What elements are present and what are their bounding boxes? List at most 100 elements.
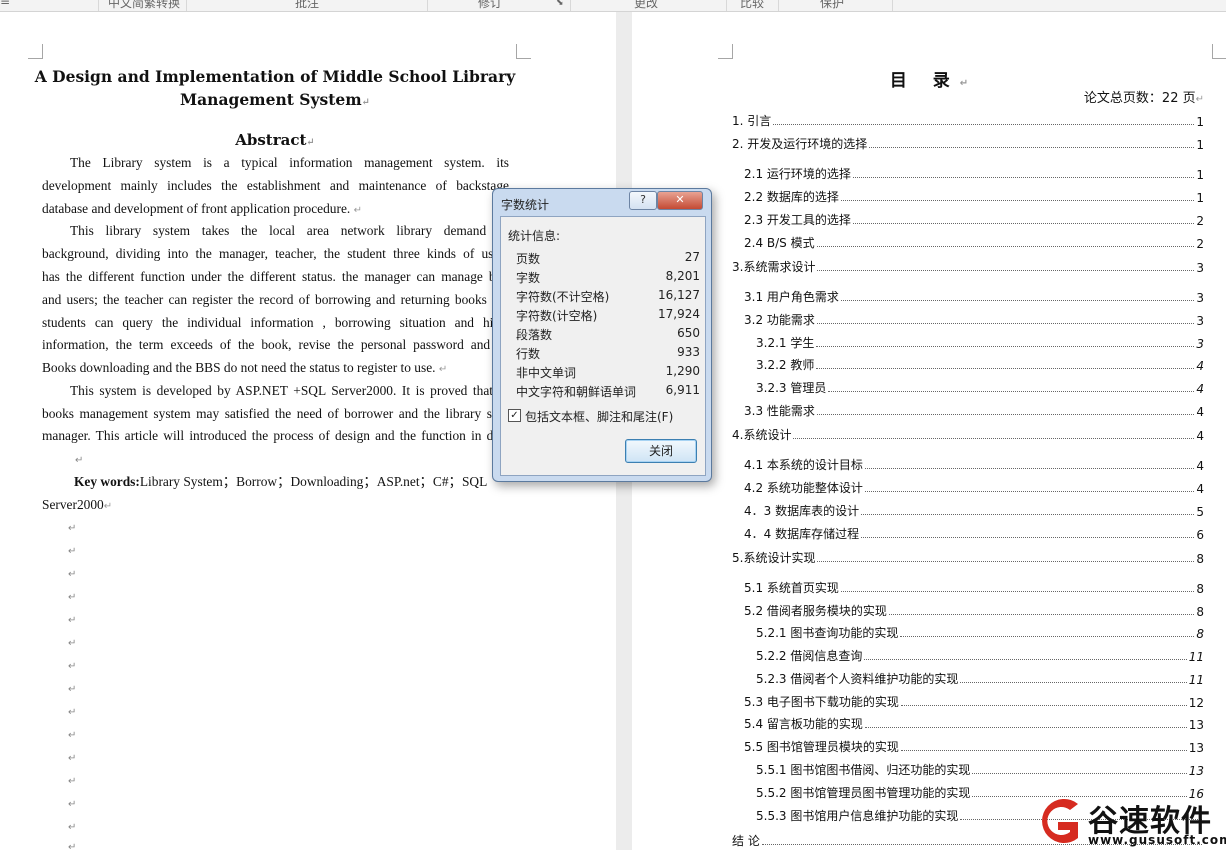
ribbon-divider bbox=[892, 0, 893, 11]
toc-entry[interactable]: 3.2.3 管理员 4 bbox=[756, 378, 1204, 396]
abstract-heading: Abstract↵ bbox=[235, 131, 315, 149]
toc-entry[interactable]: 5.5.1 图书馆图书借阅、归还功能的实现 13 bbox=[756, 760, 1204, 778]
ribbon-divider bbox=[778, 0, 779, 11]
toc-entry[interactable]: 3.系统需求设计 3 bbox=[732, 257, 1204, 275]
ribbon-divider bbox=[726, 0, 727, 11]
crop-mark bbox=[1212, 44, 1226, 59]
dialog-body: 统计信息: 页数 27 字数 8,201 字符数(不计空格) 16,127 字符数(计… bbox=[500, 216, 706, 476]
ribbon-item-comments[interactable]: 批注 bbox=[295, 0, 319, 11]
toc-entry[interactable]: 3.2.2 教师 4 bbox=[756, 355, 1204, 373]
toc-entry[interactable]: 2.4 B/S 模式 2 bbox=[744, 233, 1204, 251]
toc-entry[interactable]: 5.5 图书馆管理员模块的实现 13 bbox=[744, 737, 1204, 755]
abstract-line: database and development of front applic… bbox=[42, 201, 362, 216]
toc-entry[interactable]: 2.1 运行环境的选择 1 bbox=[744, 164, 1204, 182]
abstract-line: has the different function under the dif… bbox=[42, 269, 509, 284]
stat-row: 行数 933 bbox=[516, 345, 700, 361]
paragraph-mark: ↵ bbox=[68, 842, 77, 850]
toc-entry[interactable]: 5.3 电子图书下载功能的实现 12 bbox=[744, 692, 1204, 710]
paragraph-mark: ↵ bbox=[68, 638, 77, 649]
ribbon-divider bbox=[186, 0, 187, 11]
stat-row: 非中文单词 1,290 bbox=[516, 364, 700, 380]
abstract-line: development mainly includes the establis… bbox=[42, 178, 509, 193]
paragraph-mark: ↵ bbox=[68, 684, 77, 695]
toc-entry[interactable]: 3.2 功能需求 3 bbox=[744, 310, 1204, 328]
include-textboxes-label[interactable]: 包括文本框、脚注和尾注(F) bbox=[525, 408, 673, 425]
gusu-logo-icon bbox=[1042, 799, 1078, 843]
toc-entry[interactable]: 3.1 用户角色需求 3 bbox=[744, 287, 1204, 305]
stats-header: 统计信息: bbox=[508, 229, 561, 243]
toc-entry[interactable]: 2.2 数据库的选择 1 bbox=[744, 187, 1204, 205]
abstract-line: This library system takes the local area… bbox=[70, 223, 509, 238]
abstract-line: and users; the teacher can register the … bbox=[42, 292, 509, 307]
watermark-url: www.gususoft.com bbox=[1088, 833, 1226, 847]
paragraph-mark: ↵ bbox=[68, 822, 77, 833]
abstract-line: Books downloading and the BBS do not nee… bbox=[42, 360, 448, 375]
keywords-value: Library System；Borrow；Downloading；ASP.ne… bbox=[139, 474, 488, 489]
crop-mark bbox=[516, 44, 531, 59]
abstract-line: books management system may satisfied th… bbox=[42, 406, 509, 421]
ribbon-item-compare[interactable]: 比较 bbox=[740, 0, 764, 11]
toc-entry[interactable]: 5.2.3 借阅者个人资料维护功能的实现 11 bbox=[756, 669, 1204, 687]
paragraph-mark: ↵ bbox=[68, 753, 77, 764]
toc-entry[interactable]: 3.3 性能需求 4 bbox=[744, 401, 1204, 419]
paragraph-mark: ↵ bbox=[68, 546, 77, 557]
ribbon-divider bbox=[98, 0, 99, 11]
ribbon-divider bbox=[570, 0, 571, 11]
paragraph-mark: ↵ bbox=[68, 592, 77, 603]
paragraph-mark: ↵ bbox=[75, 455, 84, 466]
close-icon: ✕ bbox=[675, 193, 685, 206]
toc-entry[interactable]: 5.系统设计实现 8 bbox=[732, 548, 1204, 566]
ribbon-item-protect[interactable]: 保护 bbox=[820, 0, 844, 11]
toc-entry[interactable]: 5.2.2 借阅信息查询 11 bbox=[756, 646, 1204, 664]
paragraph-mark: ↵ bbox=[68, 707, 77, 718]
toc-entry[interactable]: 4．3 数据库表的设计 5 bbox=[744, 501, 1204, 519]
stat-row: 中文字符和朝鲜语单词 6,911 bbox=[516, 383, 700, 399]
stat-row: 段落数 650 bbox=[516, 326, 700, 342]
title-close-button[interactable]: ✕ bbox=[657, 191, 703, 210]
toc-entry[interactable]: 5.2 借阅者服务模块的实现 8 bbox=[744, 601, 1204, 619]
stat-row: 页数 27 bbox=[516, 250, 700, 266]
stat-row: 字符数(计空格) 17,924 bbox=[516, 307, 700, 323]
paragraph-mark: ↵ bbox=[68, 523, 77, 534]
keywords-line: Key words:Library System；Borrow；Download… bbox=[74, 472, 509, 492]
total-page-count: 论文总页数：22 页↵ bbox=[1083, 91, 1204, 106]
abstract-line: The Library system is a typical informat… bbox=[70, 155, 509, 170]
ribbon-item-changes[interactable]: 更改 bbox=[634, 0, 658, 11]
ribbon-item-track[interactable]: 修订 bbox=[478, 0, 502, 11]
help-icon: ? bbox=[640, 193, 646, 206]
keywords-line2: Server2000↵ bbox=[42, 497, 113, 512]
abstract-line: This system is developed by ASP.NET +SQL… bbox=[70, 383, 509, 398]
close-button[interactable]: 关闭 bbox=[625, 439, 697, 463]
paragraph-mark: ↵ bbox=[68, 615, 77, 626]
dialog-title: 字数统计 bbox=[501, 198, 550, 212]
ribbon-item-convert[interactable]: 中文简繁转换 bbox=[108, 0, 180, 11]
toc-entry[interactable]: 5.4 留言板功能的实现 13 bbox=[744, 714, 1204, 732]
help-button[interactable]: ? bbox=[629, 191, 657, 210]
abstract-line: information, the term exceeds of the boo… bbox=[42, 337, 509, 352]
toc-entry[interactable]: 1. 引言 1 bbox=[732, 111, 1204, 129]
document-page-toc[interactable]: 目 录↵ 论文总页数：22 页↵ 1. 引言 1 2. 开发及运行环境的选择 1 2… bbox=[632, 12, 1226, 850]
abstract-line: students can query the individual inform… bbox=[42, 315, 509, 330]
toc-entry[interactable]: 2. 开发及运行环境的选择 1 bbox=[732, 134, 1204, 152]
stat-row: 字符数(不计空格) 16,127 bbox=[516, 288, 700, 304]
toc-entry[interactable]: 5.1 系统首页实现 8 bbox=[744, 578, 1204, 596]
keywords-label: Key words: bbox=[74, 474, 140, 489]
paper-title-line2: Management System↵ bbox=[179, 90, 371, 109]
paragraph-mark: ↵ bbox=[68, 730, 77, 741]
abstract-line: manager. This article will introduced th… bbox=[42, 428, 509, 443]
toc-entry[interactable]: 3.2.1 学生 3 bbox=[756, 333, 1204, 351]
ribbon-divider bbox=[427, 0, 428, 11]
toc-entry[interactable]: 4.2 系统功能整体设计 4 bbox=[744, 478, 1204, 496]
paper-title-line1: A Design and Implementation of Middle Sc… bbox=[34, 67, 516, 86]
paragraph-mark: ↵ bbox=[68, 569, 77, 580]
toc-entry[interactable]: 4.1 本系统的设计目标 4 bbox=[744, 455, 1204, 473]
paragraph-mark: ↵ bbox=[68, 799, 77, 810]
toc-entry[interactable]: 4.系统设计 4 bbox=[732, 425, 1204, 443]
toc-entry[interactable]: 4．4 数据库存储过程 6 bbox=[744, 524, 1204, 542]
dialog-launcher-icon[interactable]: ⬊ bbox=[556, 0, 564, 8]
ribbon-edge: ≡ bbox=[0, 0, 11, 8]
toc-entry[interactable]: 5.2.1 图书查询功能的实现 8 bbox=[756, 623, 1204, 641]
paragraph-mark: ↵ bbox=[68, 776, 77, 787]
include-textboxes-checkbox[interactable]: ✓ bbox=[508, 409, 521, 422]
toc-entry[interactable]: 2.3 开发工具的选择 2 bbox=[744, 210, 1204, 228]
